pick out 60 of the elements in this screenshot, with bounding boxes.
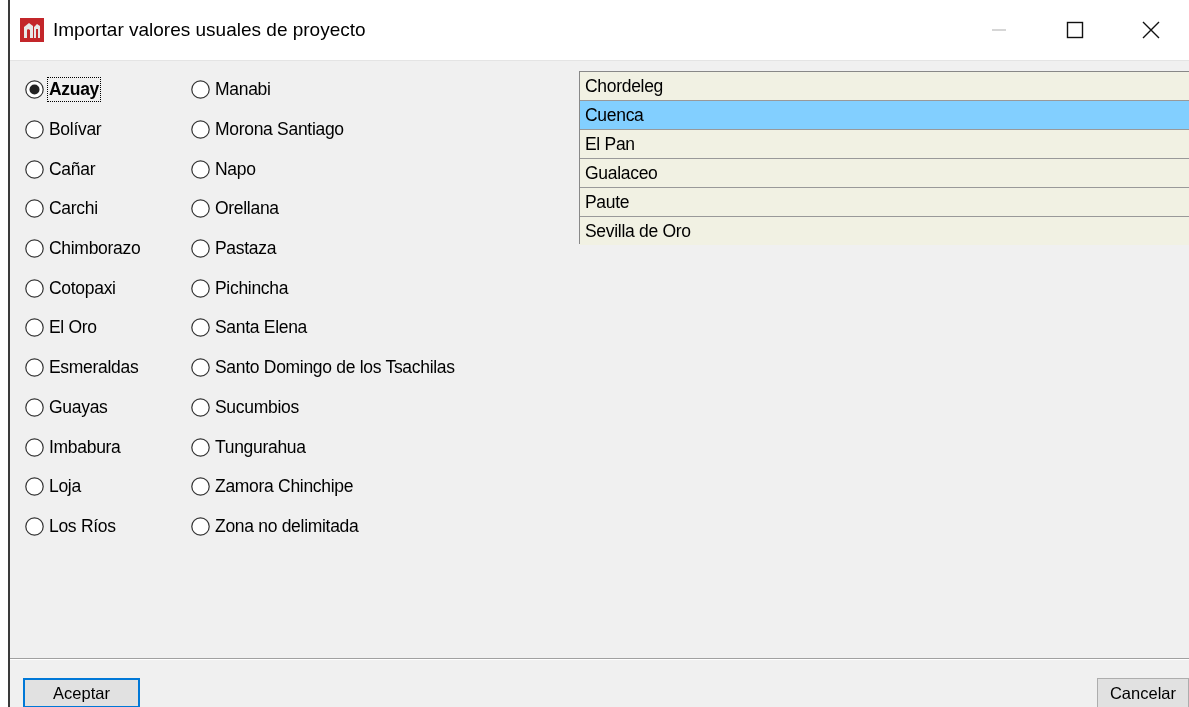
radio-label[interactable]: Tungurahua xyxy=(213,434,308,460)
radio-label[interactable]: Cañar xyxy=(47,156,98,182)
cancel-button[interactable]: Cancelar xyxy=(1096,678,1189,707)
radio-label[interactable]: Guayas xyxy=(47,394,110,420)
radio-button[interactable] xyxy=(191,437,210,457)
list-item[interactable]: Gualaceo xyxy=(580,159,1189,188)
maximize-icon[interactable] xyxy=(1066,21,1084,39)
radio-label[interactable]: Cotopaxi xyxy=(47,275,118,301)
radio-button[interactable] xyxy=(191,477,210,497)
radio-label[interactable]: Zamora Chinchipe xyxy=(213,474,356,500)
radio-label[interactable]: Chimborazo xyxy=(47,236,143,262)
radio-label[interactable]: Azuay xyxy=(47,77,102,103)
radio-button[interactable] xyxy=(25,318,44,338)
radio-button[interactable] xyxy=(191,318,210,338)
app-logo-icon xyxy=(20,18,44,42)
radio-button[interactable] xyxy=(25,239,44,259)
radio-label[interactable]: Pichincha xyxy=(213,275,291,301)
accept-button[interactable]: Aceptar xyxy=(23,678,140,707)
radio-label[interactable]: Loja xyxy=(47,474,83,500)
radio-button[interactable] xyxy=(191,159,210,179)
radio-label[interactable]: Manabi xyxy=(213,77,273,103)
radio-button[interactable] xyxy=(25,477,44,497)
list-item[interactable]: Chordeleg xyxy=(580,72,1189,101)
radio-button[interactable] xyxy=(191,278,210,298)
close-icon[interactable] xyxy=(1142,21,1160,39)
radio-label[interactable]: Sucumbios xyxy=(213,394,301,420)
radio-button[interactable] xyxy=(25,159,44,179)
radio-button[interactable] xyxy=(191,199,210,219)
radio-label[interactable]: Carchi xyxy=(47,196,100,222)
radio-button[interactable] xyxy=(191,120,210,140)
radio-button[interactable] xyxy=(25,358,44,378)
radio-button[interactable] xyxy=(191,80,210,100)
list-item[interactable]: Sevilla de Oro xyxy=(580,217,1189,245)
window-title: Importar valores usuales de proyecto xyxy=(53,19,367,41)
radio-button[interactable] xyxy=(191,397,210,417)
radio-button[interactable] xyxy=(191,358,210,378)
list-item[interactable]: El Pan xyxy=(580,130,1189,159)
radio-label[interactable]: Morona Santiago xyxy=(213,117,346,143)
radio-label[interactable]: Napo xyxy=(213,156,258,182)
radio-label[interactable]: Imbabura xyxy=(47,434,123,460)
radio-button[interactable] xyxy=(25,199,44,219)
radio-label[interactable]: Zona no delimitada xyxy=(213,513,361,539)
radio-label[interactable]: Santo Domingo de los Tsachilas xyxy=(213,355,457,381)
radio-label[interactable]: El Oro xyxy=(47,315,99,341)
radio-label[interactable]: Los Ríos xyxy=(47,513,118,539)
list-item[interactable]: Paute xyxy=(580,188,1189,217)
radio-button[interactable] xyxy=(25,516,44,536)
radio-button[interactable] xyxy=(25,120,44,140)
radio-label[interactable]: Esmeraldas xyxy=(47,355,141,381)
radio-label[interactable]: Santa Elena xyxy=(213,315,310,341)
radio-label[interactable]: Bolívar xyxy=(47,117,104,143)
radio-label[interactable]: Orellana xyxy=(213,196,281,222)
radio-button[interactable] xyxy=(25,80,44,100)
radio-button[interactable] xyxy=(25,397,44,417)
radio-label[interactable]: Pastaza xyxy=(213,236,279,262)
radio-button[interactable] xyxy=(191,239,210,259)
radio-button[interactable] xyxy=(25,437,44,457)
radio-button[interactable] xyxy=(25,278,44,298)
list-item[interactable]: Cuenca xyxy=(580,101,1189,130)
radio-button[interactable] xyxy=(191,516,210,536)
